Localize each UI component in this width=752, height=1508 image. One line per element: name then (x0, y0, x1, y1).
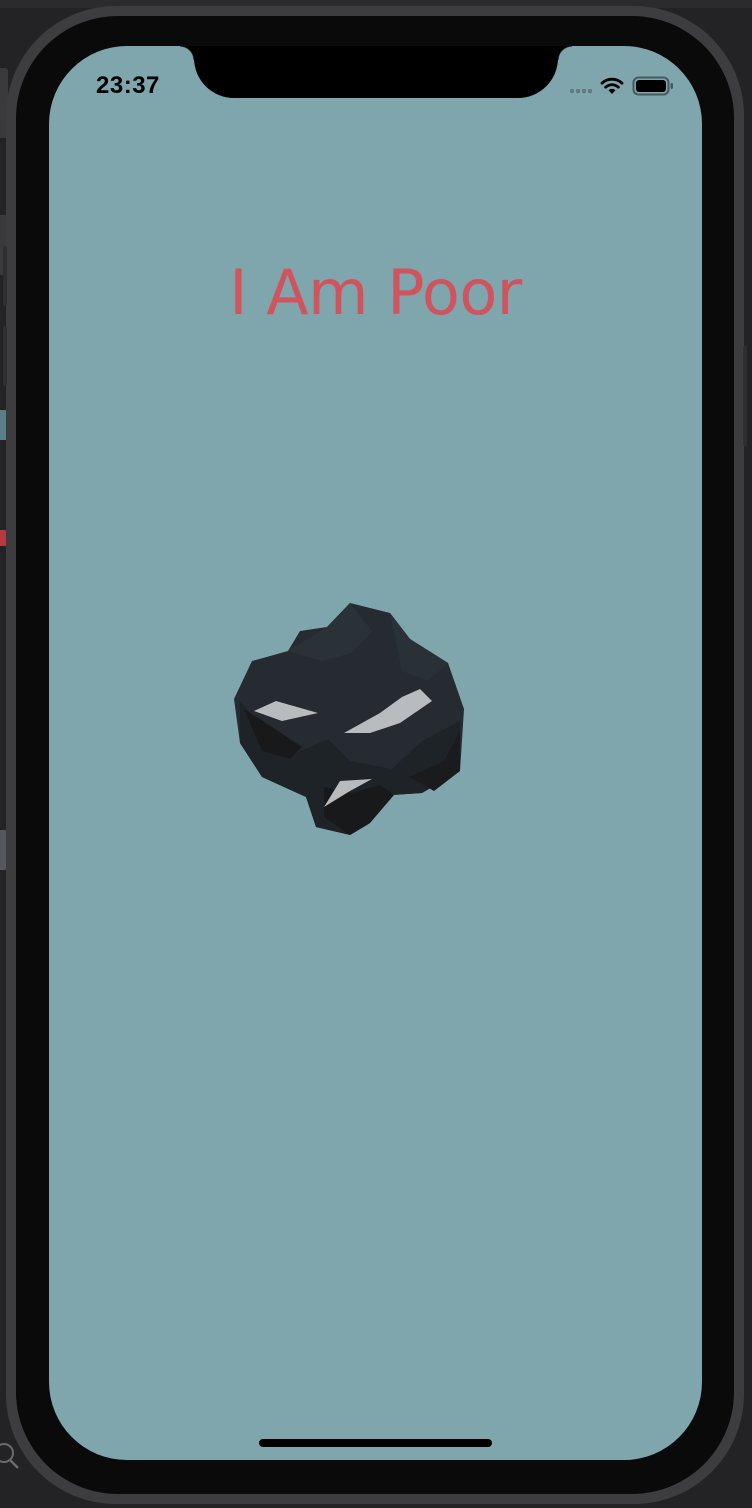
cellular-signal-icon (570, 79, 592, 93)
status-time: 23:37 (96, 72, 160, 99)
status-icons (570, 74, 674, 98)
power-button (743, 346, 747, 446)
volume-button (3, 246, 7, 306)
notch (180, 46, 572, 98)
wifi-icon (600, 77, 624, 94)
app-screen: 23:37 I Am Poor (49, 46, 702, 1460)
battery-icon (632, 76, 673, 96)
home-indicator[interactable] (259, 1439, 492, 1447)
volume-button (3, 326, 7, 386)
coal-rock-image (234, 603, 464, 835)
app-title: I Am Poor (229, 256, 522, 329)
